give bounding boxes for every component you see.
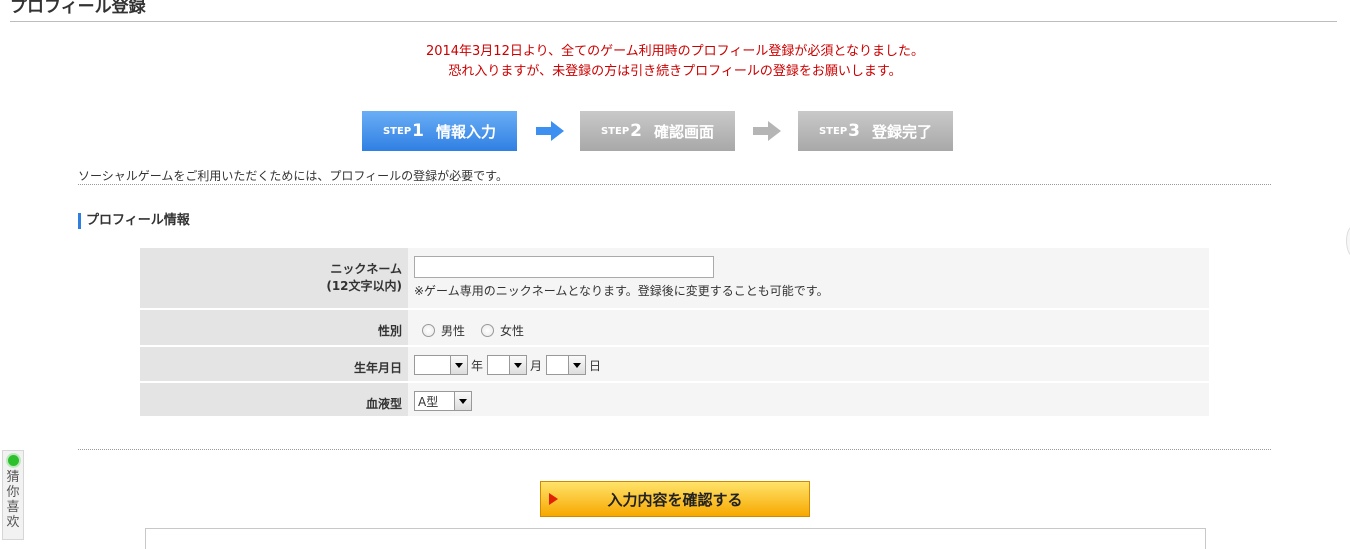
nickname-input[interactable]	[414, 256, 714, 278]
intro-divider	[78, 184, 1271, 185]
nickname-field-cell: ※ゲーム専用のニックネームとなります。登録後に変更することも可能です。	[408, 248, 1209, 310]
notice: 2014年3月12日より、全てのゲーム利用時のプロフィール登録が必須となりました…	[0, 42, 1350, 82]
birth-month-select[interactable]	[487, 355, 528, 375]
confirm-button[interactable]: 入力内容を確認する	[540, 481, 810, 517]
blood-field-cell: A型	[408, 383, 1209, 418]
birthday-field-cell: 年 月 日	[408, 347, 1209, 383]
gender-male-radio[interactable]	[422, 324, 435, 337]
gender-female-label[interactable]: 女性	[500, 322, 524, 339]
confirm-button-label: 入力内容を確認する	[607, 490, 743, 509]
nickname-label: ニックネーム	[330, 262, 402, 276]
chevron-down-icon	[454, 392, 471, 410]
step-2-confirm: STEP 2 確認画面	[580, 111, 735, 151]
day-unit: 日	[589, 358, 602, 373]
arrow-right-icon	[753, 121, 781, 141]
nickname-note: ※ゲーム専用のニックネームとなります。登録後に変更することも可能です。	[414, 284, 829, 298]
form-divider	[78, 449, 1271, 450]
play-icon	[549, 493, 558, 505]
blood-label: 血液型	[140, 383, 408, 418]
gender-radio-group: 男性 女性	[414, 322, 1209, 339]
blood-type-value: A型	[418, 394, 439, 409]
blood-type-select[interactable]: A型	[414, 391, 472, 411]
nickname-label-cell: ニックネーム (12文字以内)	[140, 248, 408, 310]
status-dot-icon	[7, 455, 19, 466]
month-unit: 月	[530, 358, 543, 373]
form-row-nickname: ニックネーム (12文字以内) ※ゲーム専用のニックネームとなります。登録後に変…	[140, 248, 1209, 310]
lower-content-box	[145, 528, 1206, 549]
gender-label: 性別	[140, 310, 408, 347]
chevron-down-icon	[450, 356, 467, 374]
profile-form: ニックネーム (12文字以内) ※ゲーム専用のニックネームとなります。登録後に変…	[140, 248, 1209, 418]
step-3-complete: STEP 3 登録完了	[798, 111, 953, 151]
page-title: プロフィール登録	[10, 0, 146, 17]
side-scroll-handle[interactable]	[1346, 225, 1350, 257]
chevron-down-icon	[568, 356, 586, 374]
step-indicator: STEP 1 情報入力 STEP 2 確認画面 STEP 3 登録完了	[0, 111, 1350, 151]
notice-line-2: 恐れ入りますが、未登録の方は引き続きプロフィールの登録をお願いします。	[448, 64, 902, 79]
year-unit: 年	[471, 358, 484, 373]
birth-day-select[interactable]	[546, 355, 587, 375]
gender-field-cell: 男性 女性	[408, 310, 1209, 347]
birthday-selects: 年 月 日	[414, 355, 1209, 375]
gender-male-label[interactable]: 男性	[441, 322, 465, 339]
form-row-blood: 血液型 A型	[140, 383, 1209, 418]
nickname-sub-label: (12文字以内)	[326, 279, 402, 293]
form-row-birthday: 生年月日 年 月 日	[140, 347, 1209, 383]
chevron-down-icon	[509, 356, 527, 374]
section-title: プロフィール情報	[78, 213, 190, 229]
notice-line-1: 2014年3月12日より、全てのゲーム利用時のプロフィール登録が必須となりました…	[425, 44, 925, 59]
arrow-right-icon	[536, 121, 564, 141]
title-divider	[10, 21, 1337, 22]
intro-text: ソーシャルゲームをご利用いただくためには、プロフィールの登録が必要です。	[78, 169, 508, 183]
birthday-label: 生年月日	[140, 347, 408, 383]
birth-year-select[interactable]	[414, 355, 468, 375]
form-row-gender: 性別 男性 女性	[140, 310, 1209, 347]
step-1-input: STEP 1 情報入力	[362, 111, 517, 151]
gender-female-radio[interactable]	[481, 324, 495, 337]
recommend-widget[interactable]: 猜 你 喜 欢	[2, 450, 24, 540]
